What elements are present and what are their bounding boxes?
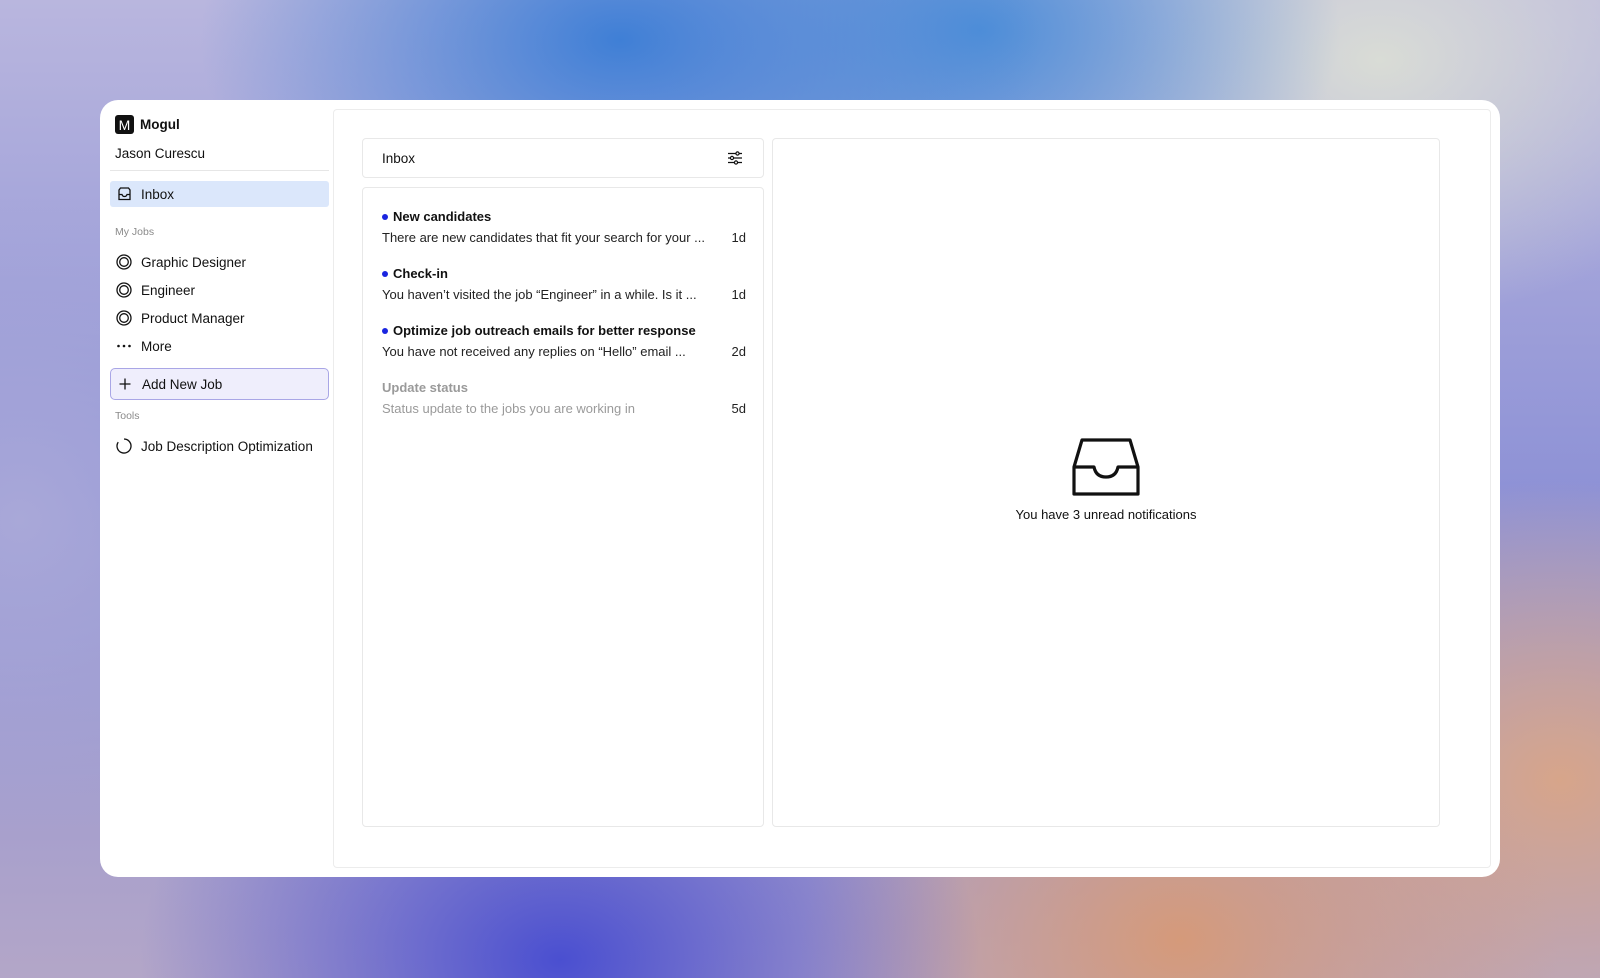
notification-item[interactable]: Update status Status update to the jobs … [382,380,746,416]
sidebar-item-label: Graphic Designer [141,254,247,270]
add-new-job-button[interactable]: Add New Job [110,368,329,400]
unread-dot [382,213,388,220]
brand-name: Mogul [140,117,180,132]
target-icon [116,254,132,270]
app-window: M Mogul Jason Curescu Inbox My Jobs Grap… [100,100,1500,877]
sidebar-item-label: Job Description Optimization [141,438,313,454]
sidebar: M Mogul Jason Curescu Inbox My Jobs Grap… [100,100,333,877]
unread-dot [382,327,388,334]
filter-button[interactable] [725,148,745,168]
notification-detail-panel: You have 3 unread notifications [772,138,1440,827]
unread-dot [382,270,388,277]
notification-title: Optimize job outreach emails for better … [393,323,696,338]
notification-title: Check-in [393,266,448,281]
loading-circle-icon [116,438,132,454]
notification-time: 1d [731,230,746,245]
sidebar-item-label: Engineer [141,282,196,298]
notification-body: There are new candidates that fit your s… [382,230,705,245]
sliders-icon [728,151,742,165]
sidebar-item-label: Product Manager [141,310,245,326]
sidebar-divider [110,170,329,171]
inbox-icon [116,186,132,202]
inbox-tray-icon [1072,438,1140,496]
notification-body: You have not received any replies on “He… [382,344,686,359]
notification-item[interactable]: Optimize job outreach emails for better … [382,323,746,359]
add-new-job-label: Add New Job [142,376,223,392]
notification-body: You haven’t visited the job “Engineer” i… [382,287,697,302]
more-dots-icon [116,338,132,354]
notification-time: 2d [731,344,746,359]
notification-body: Status update to the jobs you are workin… [382,401,635,416]
notification-list: New candidates There are new candidates … [362,187,764,827]
inbox-title: Inbox [382,150,416,166]
sidebar-item-engineer[interactable]: Engineer [110,277,329,303]
sidebar-item-product-manager[interactable]: Product Manager [110,305,329,331]
sidebar-item-label: More [141,338,172,354]
notification-title: New candidates [393,209,492,224]
brand[interactable]: M Mogul [115,115,180,134]
empty-state: You have 3 unread notifications [773,437,1439,522]
notification-time: 1d [731,287,746,302]
notification-title: Update status [382,380,468,395]
main-panel: Inbox New candidates There are new candi… [333,109,1491,868]
user-name[interactable]: Jason Curescu [115,146,205,161]
sidebar-item-label: Inbox [141,186,175,202]
sidebar-item-graphic-designer[interactable]: Graphic Designer [110,249,329,275]
plus-icon [118,377,132,391]
target-icon [116,282,132,298]
my-jobs-heading: My Jobs [115,226,155,238]
tools-heading: Tools [115,410,140,422]
notification-time: 5d [731,401,746,416]
empty-state-text: You have 3 unread notifications [1015,507,1197,522]
sidebar-item-more[interactable]: More [110,333,329,359]
notification-item[interactable]: Check-in You haven’t visited the job “En… [382,266,746,302]
brand-logo: M [115,115,134,134]
target-icon [116,310,132,326]
sidebar-item-inbox[interactable]: Inbox [110,181,329,207]
sidebar-item-job-description-optimization[interactable]: Job Description Optimization [110,433,329,459]
inbox-header: Inbox [362,138,764,178]
notification-item[interactable]: New candidates There are new candidates … [382,209,746,245]
